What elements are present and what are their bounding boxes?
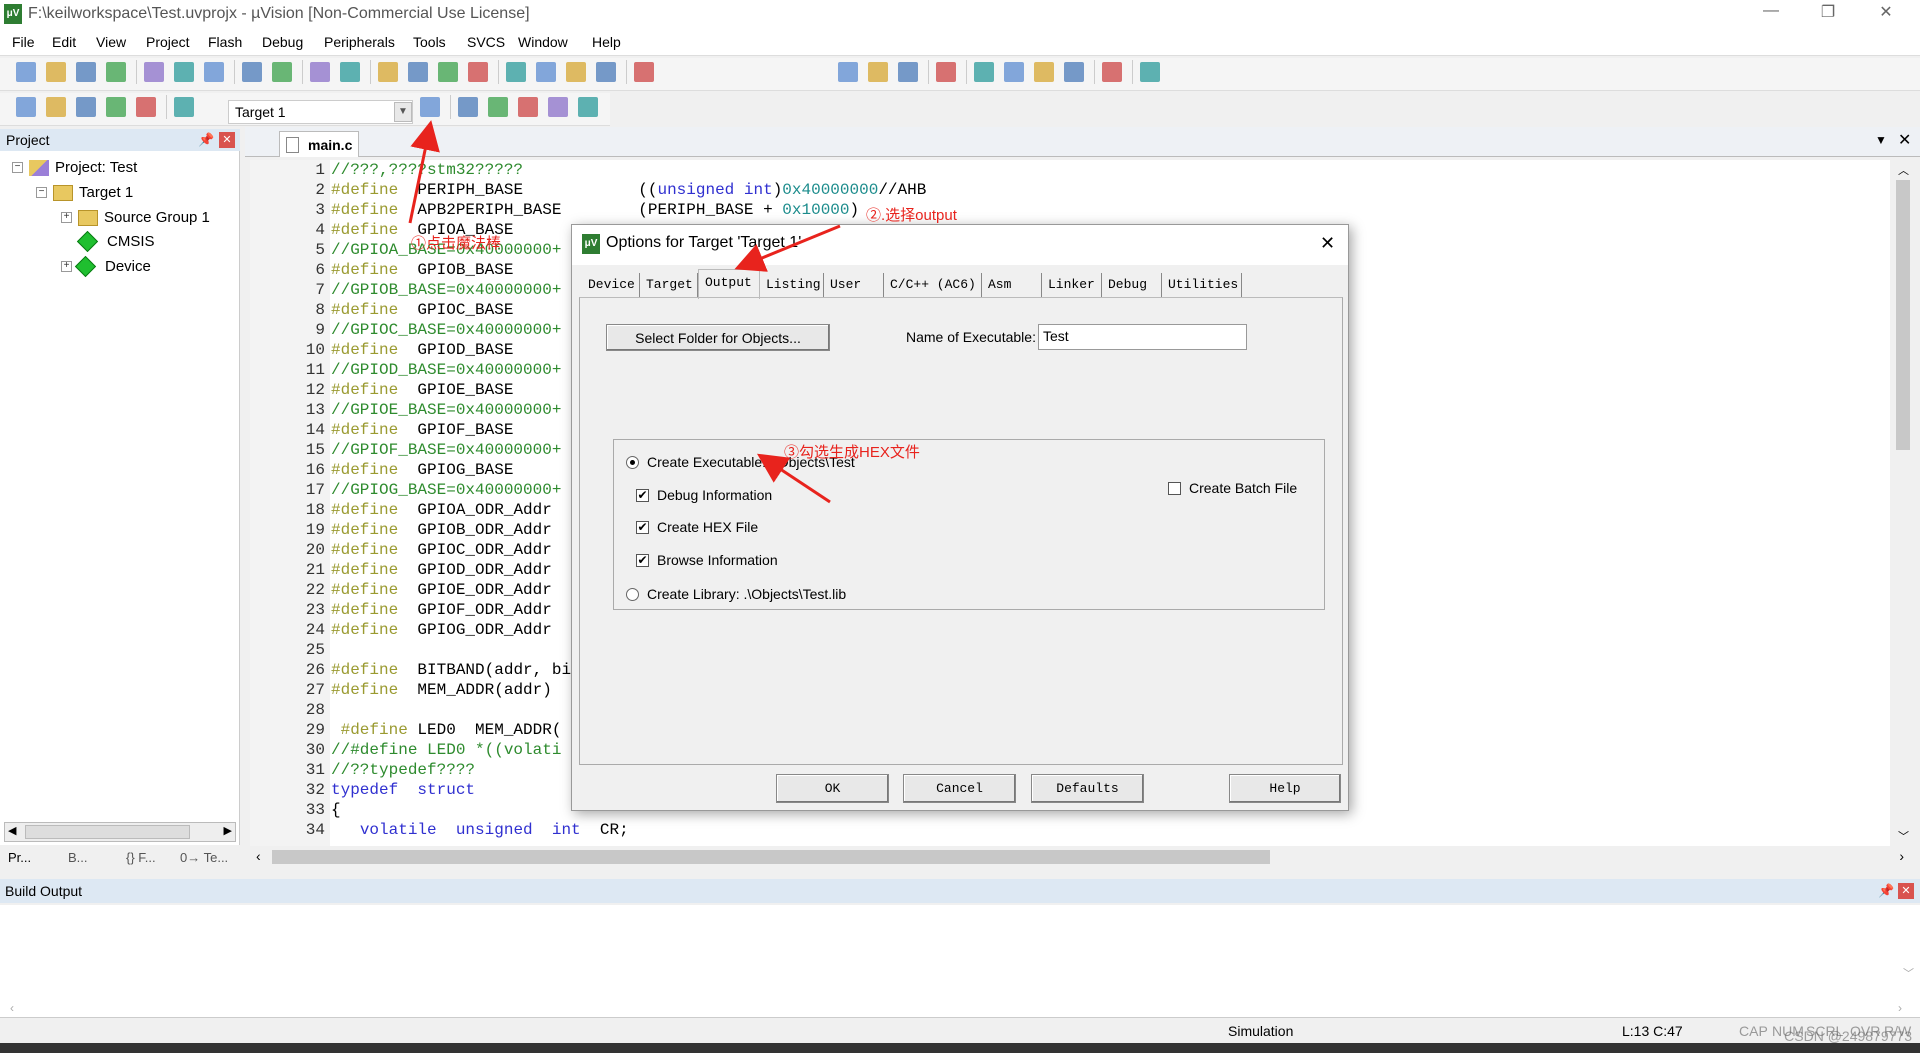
annotation-arrows — [408, 120, 841, 504]
annotation-step2: ②.选择output — [866, 207, 957, 224]
annotation-step1: ①点击魔法棒 — [411, 235, 502, 252]
annotation-step3: ③勾选生成HEX文件 — [784, 444, 920, 461]
annotation-arrow-2 — [734, 224, 841, 272]
annotation-arrow-1 — [408, 120, 440, 224]
annotation-arrow-3 — [756, 453, 831, 504]
